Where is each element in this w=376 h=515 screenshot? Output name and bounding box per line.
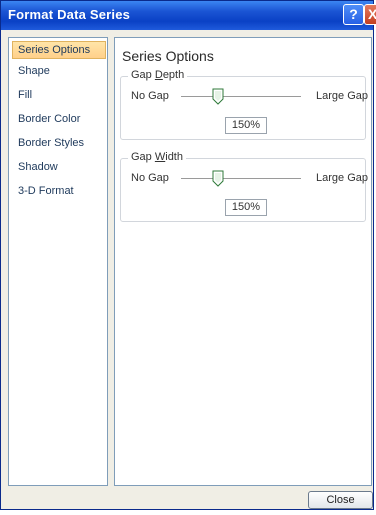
close-icon: X <box>368 6 376 22</box>
sidebar-item-fill[interactable]: Fill <box>12 86 32 104</box>
panel-title: Series Options <box>122 48 214 64</box>
category-sidebar: Series Options Shape Fill Border Color B… <box>8 37 108 486</box>
gap-width-slider-thumb[interactable] <box>212 170 224 187</box>
gap-depth-max-label: Large Gap <box>316 90 368 102</box>
gap-width-group: Gap Width No Gap Large Gap 150% <box>120 151 368 222</box>
gap-depth-label: Gap Depth <box>128 69 188 81</box>
sidebar-item-3d-format[interactable]: 3-D Format <box>12 182 74 200</box>
gap-depth-min-label: No Gap <box>131 90 169 102</box>
gap-depth-value-input[interactable]: 150% <box>225 117 267 134</box>
help-button[interactable]: ? <box>343 4 364 25</box>
close-button[interactable]: Close <box>308 491 373 509</box>
gap-width-max-label: Large Gap <box>316 172 368 184</box>
gap-width-min-label: No Gap <box>131 172 169 184</box>
sidebar-item-shadow[interactable]: Shadow <box>12 158 58 176</box>
sidebar-item-series-options[interactable]: Series Options <box>12 41 106 59</box>
gap-width-value-input[interactable]: 150% <box>225 199 267 216</box>
gap-depth-slider-thumb[interactable] <box>212 88 224 105</box>
gap-width-slider-track[interactable] <box>181 178 301 179</box>
gap-depth-slider-track[interactable] <box>181 96 301 97</box>
sidebar-item-border-styles[interactable]: Border Styles <box>12 134 84 152</box>
dialog-title: Format Data Series <box>8 7 131 22</box>
gap-depth-group: Gap Depth No Gap Large Gap 150% <box>120 69 368 140</box>
close-window-button[interactable]: X <box>364 4 376 25</box>
sidebar-item-border-color[interactable]: Border Color <box>12 110 80 128</box>
help-icon: ? <box>349 6 358 22</box>
title-bar[interactable]: Format Data Series ? X <box>1 1 376 30</box>
format-data-series-dialog: Format Data Series ? X Series Options Sh… <box>0 0 376 510</box>
gap-width-label: Gap Width <box>128 151 186 163</box>
sidebar-item-shape[interactable]: Shape <box>12 62 50 80</box>
series-options-panel: Series Options Gap Depth No Gap Large Ga… <box>114 37 372 486</box>
